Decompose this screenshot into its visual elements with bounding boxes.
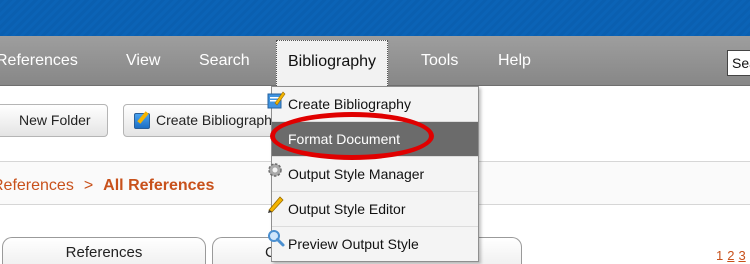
magnifier-icon	[268, 230, 285, 247]
bibliography-dropdown-menu: Create Bibliography Format Document Outp…	[267, 86, 479, 262]
pencil-paper-icon	[267, 91, 286, 109]
new-folder-label: New Folder	[19, 112, 91, 128]
page-3-link[interactable]: 3	[738, 248, 745, 263]
pagination: 123	[716, 248, 750, 263]
menu-help[interactable]: Help	[498, 36, 531, 86]
menu-item-create-bibliography[interactable]: Create Bibliography	[267, 87, 478, 122]
breadcrumb-parent-link[interactable]: References	[0, 177, 74, 195]
menu-item-output-style-editor[interactable]: Output Style Editor	[268, 192, 478, 227]
menu-tools[interactable]: Tools	[421, 36, 458, 86]
preview-output-style-menu-label: Preview Output Style	[288, 236, 419, 252]
menu-item-format-document[interactable]: Format Document	[272, 122, 478, 157]
page-2-link[interactable]: 2	[727, 248, 734, 263]
menu-search[interactable]: Search	[199, 36, 250, 86]
pencil-paper-icon	[134, 113, 150, 129]
menu-bibliography[interactable]: Bibliography	[276, 40, 389, 86]
top-header-band	[0, 0, 750, 36]
menu-references[interactable]: References	[0, 36, 78, 86]
create-bibliography-menu-label: Create Bibliography	[288, 96, 411, 112]
breadcrumb-separator: >	[83, 177, 94, 194]
format-document-menu-label: Format Document	[288, 131, 401, 147]
menu-view[interactable]: View	[126, 36, 160, 86]
main-menu-bar: References View Search Bibliography Tool…	[0, 36, 750, 86]
breadcrumb: References > All References	[0, 177, 215, 195]
breadcrumb-current: All References	[103, 177, 215, 194]
pencil-icon	[268, 196, 284, 213]
create-bibliography-label: Create Bibliography	[156, 112, 279, 128]
output-style-editor-menu-label: Output Style Editor	[288, 201, 406, 217]
output-style-manager-menu-label: Output Style Manager	[288, 166, 425, 182]
quick-search-input[interactable]: Sea	[727, 50, 750, 76]
menu-item-output-style-manager[interactable]: Output Style Manager	[268, 157, 478, 192]
new-folder-button[interactable]: New Folder	[0, 104, 108, 137]
tab-references[interactable]: References	[2, 237, 206, 264]
gear-icon	[268, 163, 282, 177]
page-1: 1	[716, 248, 724, 263]
menu-item-preview-output-style[interactable]: Preview Output Style	[268, 227, 478, 262]
